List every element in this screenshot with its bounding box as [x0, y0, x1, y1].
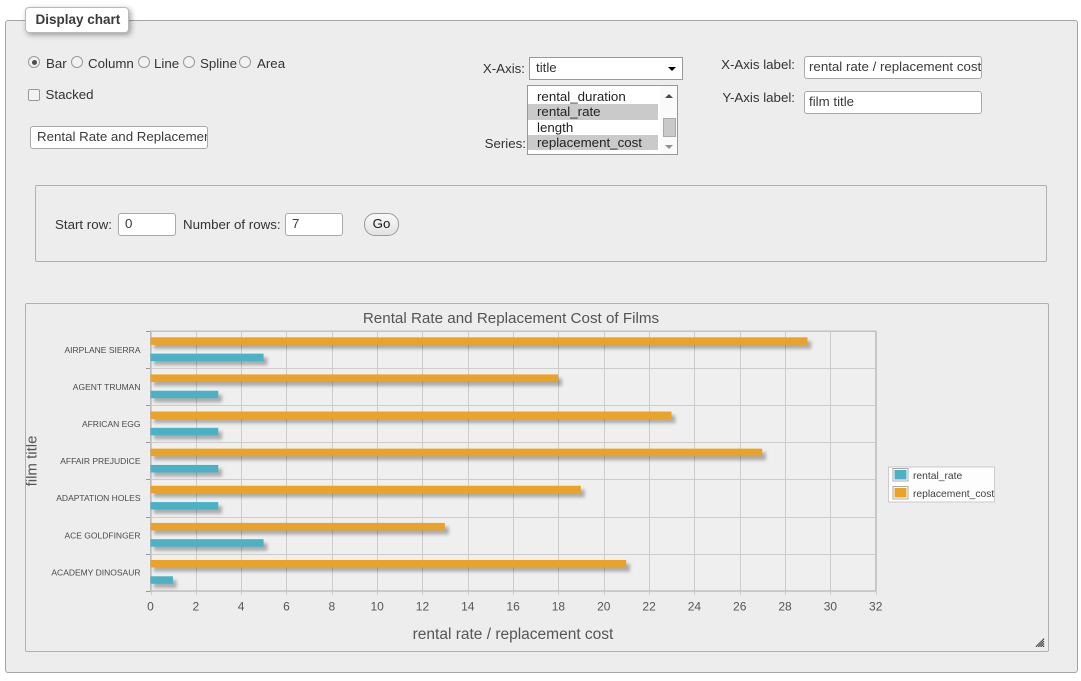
svg-text:ADAPTATION HOLES: ADAPTATION HOLES	[56, 493, 141, 503]
svg-text:6: 6	[283, 600, 290, 614]
svg-text:Rental Rate and Replacement Co: Rental Rate and Replacement Cost of Film…	[363, 310, 660, 327]
svg-text:14: 14	[461, 600, 475, 614]
svg-text:12: 12	[416, 600, 430, 614]
svg-text:28: 28	[778, 600, 792, 614]
svg-text:16: 16	[506, 600, 520, 614]
svg-text:AFFAIR PREJUDICE: AFFAIR PREJUDICE	[60, 456, 141, 466]
svg-text:replacement_cost: replacement_cost	[913, 489, 994, 500]
svg-text:ACADEMY DINOSAUR: ACADEMY DINOSAUR	[51, 567, 140, 577]
svg-text:20: 20	[597, 600, 611, 614]
svg-text:8: 8	[328, 600, 335, 614]
svg-text:2: 2	[192, 600, 199, 614]
svg-text:10: 10	[370, 600, 384, 614]
svg-text:rental rate / replacement cost: rental rate / replacement cost	[413, 626, 614, 643]
svg-text:AIRPLANE SIERRA: AIRPLANE SIERRA	[64, 345, 140, 355]
svg-text:26: 26	[733, 600, 747, 614]
svg-text:24: 24	[688, 600, 702, 614]
svg-text:32: 32	[869, 600, 883, 614]
svg-text:0: 0	[147, 600, 154, 614]
svg-text:ACE GOLDFINGER: ACE GOLDFINGER	[64, 530, 140, 540]
svg-text:film title: film title	[26, 436, 41, 487]
svg-text:18: 18	[552, 600, 566, 614]
svg-text:AFRICAN EGG: AFRICAN EGG	[82, 419, 141, 429]
svg-text:AGENT TRUMAN: AGENT TRUMAN	[73, 382, 141, 392]
svg-text:4: 4	[238, 600, 245, 614]
svg-text:30: 30	[824, 600, 838, 614]
svg-text:22: 22	[642, 600, 656, 614]
svg-text:rental_rate: rental_rate	[913, 471, 963, 482]
